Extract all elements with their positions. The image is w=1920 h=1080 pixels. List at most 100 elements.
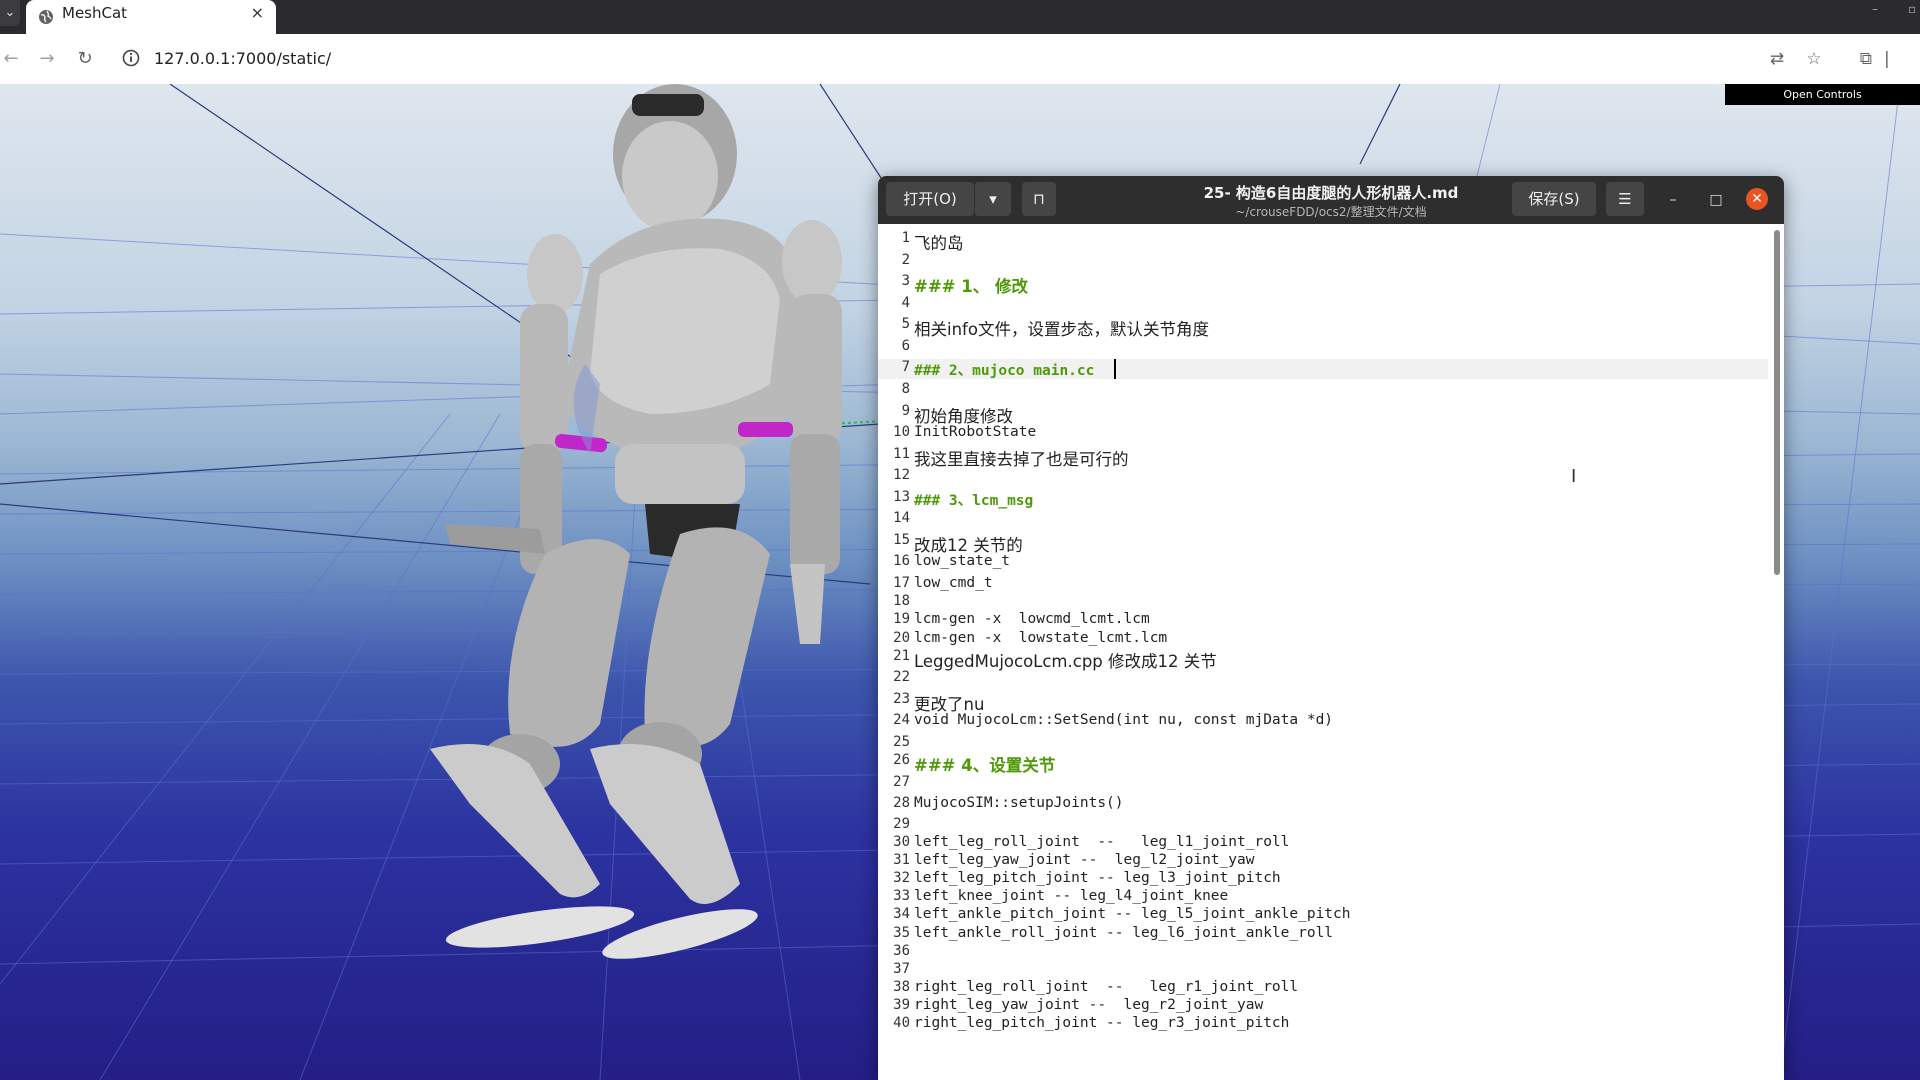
editor-line[interactable]: 29 bbox=[878, 816, 1768, 836]
editor-line[interactable]: 40 right_leg_pitch_joint -- leg_r3_joint_… bbox=[878, 1015, 1768, 1035]
editor-line[interactable]: 23 更改了nu bbox=[878, 690, 1768, 714]
editor-header-bar: 打开(O) ▾ ⊓ 25- 构造6自由度腿的人形机器人.md ~/crouseF… bbox=[878, 176, 1784, 224]
editor-line[interactable]: 11 我这里直接去掉了也是可行的 bbox=[878, 446, 1768, 469]
editor-line[interactable]: 1 飞的岛 bbox=[878, 230, 1768, 253]
line-number: 17 bbox=[893, 575, 910, 592]
editor-line[interactable]: 3 ### 1、 修改 bbox=[878, 273, 1768, 296]
tab-search-button[interactable]: ⌄ bbox=[0, 0, 20, 26]
line-number: 21 bbox=[893, 647, 910, 664]
editor-line[interactable]: 33 left_knee_joint -- leg_l4_joint_knee bbox=[878, 888, 1768, 908]
line-text: 更改了nu bbox=[914, 694, 985, 714]
close-icon[interactable]: ✕ bbox=[1746, 188, 1768, 210]
line-text: left_ankle_pitch_joint -- leg_l5_joint_a… bbox=[914, 906, 1351, 923]
bookmark-star-icon[interactable]: ☆ bbox=[1803, 48, 1825, 70]
line-number: 14 bbox=[893, 510, 910, 527]
editor-line[interactable]: 2 bbox=[878, 252, 1768, 272]
editor-line[interactable]: 38 right_leg_roll_joint -- leg_r1_joint_r… bbox=[878, 979, 1768, 999]
line-number: 30 bbox=[893, 833, 910, 850]
editor-line[interactable]: 31 left_leg_yaw_joint -- leg_l2_joint_yaw bbox=[878, 852, 1768, 872]
line-number: 27 bbox=[893, 773, 910, 790]
editor-line[interactable]: 35 left_ankle_roll_joint -- leg_l6_joint_… bbox=[878, 925, 1768, 945]
site-info-icon[interactable] bbox=[122, 49, 140, 67]
editor-line[interactable]: 5 相关info文件，设置步态，默认关节角度 bbox=[878, 316, 1768, 339]
extensions-icon[interactable]: ⧉ bbox=[1855, 48, 1877, 70]
window-minimize-icon[interactable]: – bbox=[1872, 2, 1878, 16]
editor-line[interactable]: 27 bbox=[878, 774, 1768, 794]
save-button[interactable]: 保存(S) bbox=[1512, 182, 1596, 216]
tab-close-icon[interactable]: × bbox=[251, 0, 264, 26]
editor-line[interactable]: 34 left_ankle_pitch_joint -- leg_l5_joint… bbox=[878, 906, 1768, 926]
editor-line[interactable]: 39 right_leg_yaw_joint -- leg_r2_joint_ya… bbox=[878, 997, 1768, 1017]
line-number: 35 bbox=[893, 924, 910, 941]
line-text: left_leg_roll_joint -- leg_l1_joint_roll bbox=[914, 833, 1290, 850]
address-bar[interactable]: 127.0.0.1:7000/static/ bbox=[112, 41, 1742, 77]
line-text: lcm-gen -x lowcmd_lcmt.lcm bbox=[914, 611, 1150, 628]
tab-title: MeshCat bbox=[62, 4, 128, 22]
editor-line[interactable]: 24 void MujocoLcm::SetSend(int nu, const … bbox=[878, 712, 1768, 732]
line-text: 初始角度修改 bbox=[914, 406, 1013, 426]
editor-line[interactable]: 18 bbox=[878, 593, 1768, 613]
editor-line[interactable]: 21 LeggedMujocoLcm.cpp 修改成12 关节 bbox=[878, 647, 1768, 671]
line-number: 25 bbox=[893, 733, 910, 750]
line-text: left_knee_joint -- leg_l4_joint_knee bbox=[914, 888, 1229, 905]
line-number: 28 bbox=[893, 795, 910, 812]
editor-line[interactable]: 37 bbox=[878, 961, 1768, 981]
text-cursor-ibeam-icon: I bbox=[1571, 466, 1577, 487]
line-number: 26 bbox=[893, 752, 910, 769]
minimize-icon[interactable]: – bbox=[1662, 189, 1684, 211]
hamburger-menu-icon[interactable]: ☰ bbox=[1606, 182, 1644, 216]
line-number: 10 bbox=[893, 424, 910, 441]
maximize-icon[interactable]: □ bbox=[1705, 189, 1727, 211]
line-number: 3 bbox=[901, 273, 910, 290]
editor-line[interactable]: 12 bbox=[878, 467, 1768, 487]
editor-line[interactable]: 8 bbox=[878, 381, 1768, 401]
line-number: 16 bbox=[893, 553, 910, 570]
line-text: left_leg_yaw_joint -- leg_l2_joint_yaw bbox=[914, 851, 1255, 868]
editor-line[interactable]: 17 low_cmd_t bbox=[878, 575, 1768, 595]
translate-icon[interactable]: ⇄ bbox=[1766, 48, 1788, 70]
line-number: 29 bbox=[893, 815, 910, 832]
editor-line[interactable]: 25 bbox=[878, 734, 1768, 754]
editor-line[interactable]: 22 bbox=[878, 669, 1768, 689]
line-number: 12 bbox=[893, 467, 910, 484]
line-text: ### 2、mujoco main.cc bbox=[914, 363, 1095, 380]
editor-line[interactable]: 6 bbox=[878, 338, 1768, 358]
line-number: 4 bbox=[901, 294, 910, 311]
editor-line[interactable]: 13 ### 3、lcm_msg bbox=[878, 489, 1768, 509]
editor-line[interactable]: 36 bbox=[878, 943, 1768, 963]
editor-line[interactable]: 14 bbox=[878, 510, 1768, 530]
line-number: 7 bbox=[901, 359, 910, 376]
tab-meshcat[interactable]: MeshCat × bbox=[26, 0, 276, 34]
line-text: ### 3、lcm_msg bbox=[914, 492, 1034, 509]
vertical-scrollbar[interactable] bbox=[1774, 230, 1780, 575]
editor-line[interactable]: 15 改成12 关节的 bbox=[878, 532, 1768, 555]
editor-line[interactable]: 30 left_leg_roll_joint -- leg_l1_joint_ro… bbox=[878, 834, 1768, 854]
editor-line[interactable]: 19 lcm-gen -x lowcmd_lcmt.lcm bbox=[878, 611, 1768, 631]
line-text: 飞的岛 bbox=[914, 234, 964, 253]
editor-line[interactable]: 26 ### 4、设置关节 bbox=[878, 752, 1768, 775]
line-number: 20 bbox=[893, 629, 910, 646]
line-number: 2 bbox=[901, 251, 910, 268]
globe-icon bbox=[39, 10, 53, 24]
toolbar-divider: | bbox=[1884, 49, 1890, 69]
line-number: 1 bbox=[901, 230, 910, 246]
forward-icon[interactable]: → bbox=[32, 44, 62, 74]
line-number: 23 bbox=[893, 690, 910, 707]
line-text: MujocoSIM::setupJoints() bbox=[914, 795, 1124, 812]
text-editor-area[interactable]: 1 飞的岛 2 3 ### 1、 修改 4 5 相关info文件，设置步态，默认关节角度 6 7 #… bbox=[878, 224, 1784, 1080]
editor-line[interactable]: 10 InitRobotState bbox=[878, 424, 1768, 444]
line-number: 38 bbox=[893, 979, 910, 996]
open-controls-button[interactable]: Open Controls bbox=[1725, 84, 1920, 105]
reload-icon[interactable]: ↻ bbox=[70, 44, 100, 74]
editor-line[interactable]: 9 初始角度修改 bbox=[878, 403, 1768, 426]
editor-line[interactable]: 7 ### 2、mujoco main.cc bbox=[878, 359, 1768, 380]
back-icon[interactable]: ← bbox=[0, 44, 26, 74]
editor-line[interactable]: 20 lcm-gen -x lowstate_lcmt.lcm bbox=[878, 630, 1768, 650]
line-text: low_cmd_t bbox=[914, 575, 993, 592]
window-restore-icon[interactable]: ▫ bbox=[1908, 2, 1916, 16]
document-path: ~/crouseFDD/ocs2/整理文件/文档 bbox=[1235, 205, 1427, 219]
editor-line[interactable]: 4 bbox=[878, 295, 1768, 315]
editor-line[interactable]: 16 low_state_t bbox=[878, 553, 1768, 573]
editor-line[interactable]: 32 left_leg_pitch_joint -- leg_l3_joint_p… bbox=[878, 870, 1768, 890]
editor-line[interactable]: 28 MujocoSIM::setupJoints() bbox=[878, 795, 1768, 815]
